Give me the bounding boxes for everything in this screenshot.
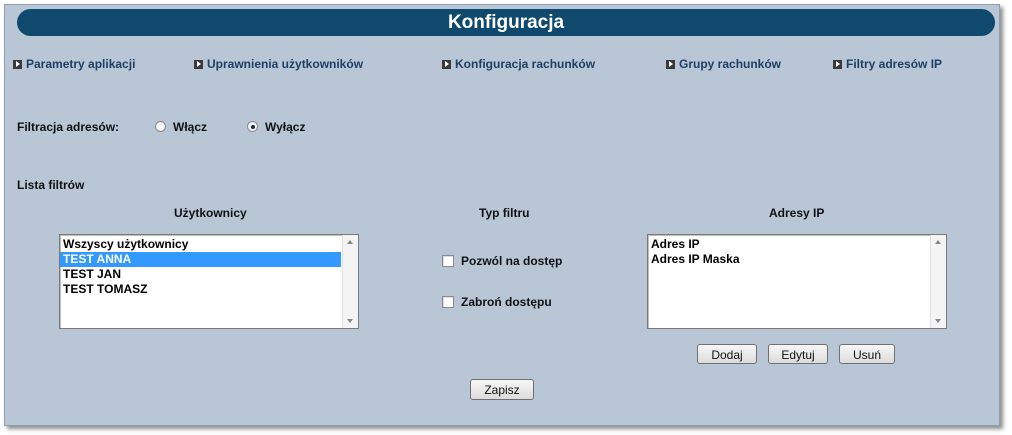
nav-link-app-params[interactable]: Parametry aplikacji [13, 56, 135, 72]
delete-button[interactable]: Usuń [839, 344, 895, 364]
ip-addresses-listbox[interactable]: Adres IP Adres IP Maska [647, 234, 947, 329]
add-button[interactable]: Dodaj [697, 344, 757, 364]
nav-link-account-config[interactable]: Konfiguracja rachunków [442, 56, 595, 72]
ip-addresses-header: Adresy IP [769, 206, 825, 220]
filter-on-radio[interactable] [155, 121, 166, 132]
address-filter-label: Filtracja adresów: [17, 120, 120, 134]
list-item[interactable]: TEST JAN [60, 267, 341, 282]
scroll-down-icon[interactable] [935, 319, 941, 323]
nav-link-label: Filtry adresów IP [846, 57, 943, 71]
nav-link-user-permissions[interactable]: Uprawnienia użytkowników [194, 56, 363, 72]
list-item[interactable]: Adres IP [648, 237, 929, 252]
filter-on-label[interactable]: Włącz [173, 120, 207, 134]
list-item[interactable]: TEST TOMASZ [60, 282, 341, 297]
config-panel: Konfiguracja Parametry aplikacji Uprawni… [4, 4, 1000, 426]
filters-list-title: Lista filtrów [17, 178, 85, 192]
scroll-up-icon[interactable] [935, 240, 941, 244]
arrow-right-icon [442, 59, 451, 69]
arrow-right-icon [194, 59, 203, 69]
allow-access-label[interactable]: Pozwól na dostęp [461, 254, 562, 268]
deny-access-label[interactable]: Zabroń dostępu [461, 295, 552, 309]
list-item-selected[interactable]: TEST ANNA [60, 252, 341, 267]
deny-access-checkbox[interactable] [442, 296, 454, 308]
filter-type-header: Typ filtru [479, 206, 530, 220]
nav-link-label: Grupy rachunków [679, 57, 782, 71]
list-item[interactable]: Adres IP Maska [648, 252, 929, 267]
page-title: Konfiguracja [17, 9, 995, 36]
allow-access-checkbox[interactable] [442, 255, 454, 267]
filter-off-radio[interactable] [247, 121, 258, 132]
list-item[interactable]: Wszyscy użytkownicy [60, 237, 341, 252]
nav-link-label: Parametry aplikacji [26, 57, 136, 71]
nav-link-label: Konfiguracja rachunków [455, 57, 596, 71]
scroll-up-icon[interactable] [347, 240, 353, 244]
ip-scrollbar[interactable] [930, 235, 946, 328]
nav-link-ip-filters[interactable]: Filtry adresów IP [833, 56, 942, 72]
filter-off-label[interactable]: Wyłącz [265, 120, 305, 134]
nav-link-label: Uprawnienia użytkowników [207, 57, 364, 71]
users-header: Użytkownicy [174, 206, 247, 220]
scroll-down-icon[interactable] [347, 319, 353, 323]
arrow-right-icon [833, 59, 842, 69]
arrow-right-icon [666, 59, 675, 69]
save-button[interactable]: Zapisz [470, 379, 534, 400]
edit-button[interactable]: Edytuj [768, 344, 828, 364]
nav-link-account-groups[interactable]: Grupy rachunków [666, 56, 781, 72]
users-scrollbar[interactable] [342, 235, 358, 328]
arrow-right-icon [13, 59, 22, 69]
users-listbox[interactable]: Wszyscy użytkownicy TEST ANNA TEST JAN T… [59, 234, 359, 329]
